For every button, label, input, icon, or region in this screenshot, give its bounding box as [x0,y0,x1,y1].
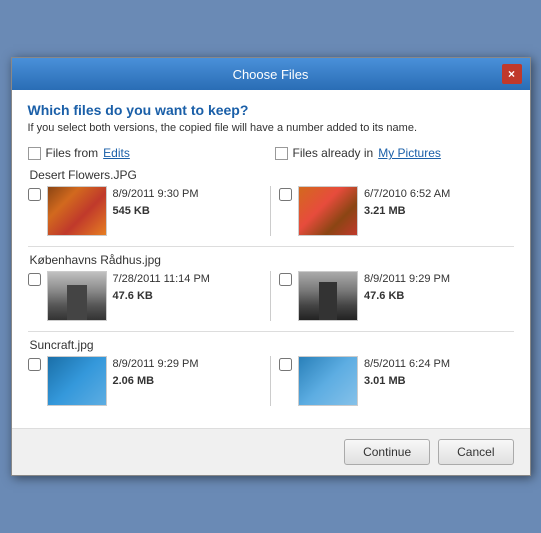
file-group: Desert Flowers.JPG 8/9/2011 9:30 PM545 KB… [28,168,514,236]
columns-header: Files from Edits Files already in My Pic… [28,146,514,160]
file-entry-left: 8/9/2011 9:30 PM545 KB [28,186,263,236]
file-thumbnail-left [47,271,107,321]
right-check-text: Files already in [293,146,374,160]
file-group: Suncraft.jpg 8/9/2011 9:29 PM2.06 MB 8/5/2… [28,338,514,406]
file-datetime-left: 8/9/2011 9:30 PM [113,186,199,203]
file-name: Desert Flowers.JPG [28,168,514,182]
file-thumbnail-left [47,356,107,406]
file-checkbox-right[interactable] [279,273,292,286]
file-info-left: 7/28/2011 11:14 PM47.6 KB [113,271,210,304]
file-entry-right: 6/7/2010 6:52 AM3.21 MB [279,186,514,236]
cancel-button[interactable]: Cancel [438,439,513,465]
file-info-right: 8/5/2011 6:24 PM3.01 MB [364,356,450,389]
file-size-right: 3.21 MB [364,203,450,220]
file-row: 8/9/2011 9:30 PM545 KB 6/7/2010 6:52 AM3.… [28,186,514,236]
title-bar: Choose Files × [12,58,530,90]
left-column-header: Files from Edits [28,146,267,160]
file-size-left: 47.6 KB [113,288,210,305]
left-link[interactable]: Edits [103,146,130,160]
dialog-content: Which files do you want to keep? If you … [12,90,530,428]
file-entry-left: 7/28/2011 11:14 PM47.6 KB [28,271,263,321]
file-info-right: 6/7/2010 6:52 AM3.21 MB [364,186,450,219]
right-header-checkbox[interactable] [275,147,288,160]
continue-button[interactable]: Continue [344,439,430,465]
dialog-footer: Continue Cancel [12,428,530,475]
file-entry-left: 8/9/2011 9:29 PM2.06 MB [28,356,263,406]
file-checkbox-left[interactable] [28,188,41,201]
left-header-checkbox[interactable] [28,147,41,160]
file-size-right: 3.01 MB [364,373,450,390]
file-size-left: 2.06 MB [113,373,199,390]
file-datetime-right: 8/9/2011 9:29 PM [364,271,450,288]
right-link[interactable]: My Pictures [378,146,441,160]
file-datetime-left: 8/9/2011 9:29 PM [113,356,199,373]
right-column-label[interactable]: Files already in My Pictures [275,146,514,160]
left-column-label[interactable]: Files from Edits [28,146,267,160]
file-datetime-left: 7/28/2011 11:14 PM [113,271,210,288]
file-name: Københavns Rådhus.jpg [28,253,514,267]
column-divider [270,356,271,406]
file-info-left: 8/9/2011 9:29 PM2.06 MB [113,356,199,389]
file-row: 8/9/2011 9:29 PM2.06 MB 8/5/2011 6:24 PM3… [28,356,514,406]
close-button[interactable]: × [502,64,522,84]
file-thumbnail-left [47,186,107,236]
file-checkbox-left[interactable] [28,273,41,286]
dialog-window: Choose Files × Which files do you want t… [11,57,531,476]
file-thumbnail-right [298,356,358,406]
file-entry-right: 8/9/2011 9:29 PM47.6 KB [279,271,514,321]
file-info-right: 8/9/2011 9:29 PM47.6 KB [364,271,450,304]
file-groups: Desert Flowers.JPG 8/9/2011 9:30 PM545 KB… [28,168,514,406]
file-size-right: 47.6 KB [364,288,450,305]
file-checkbox-right[interactable] [279,358,292,371]
file-thumbnail-right [298,186,358,236]
file-row: 7/28/2011 11:14 PM47.6 KB8/9/2011 9:29 P… [28,271,514,321]
file-checkbox-left[interactable] [28,358,41,371]
file-name: Suncraft.jpg [28,338,514,352]
file-group: Københavns Rådhus.jpg7/28/2011 11:14 PM4… [28,253,514,321]
subtitle-text: If you select both versions, the copied … [28,122,514,134]
dialog-title: Choose Files [40,67,502,82]
left-check-text: Files from [46,146,99,160]
file-info-left: 8/9/2011 9:30 PM545 KB [113,186,199,219]
right-column-header: Files already in My Pictures [275,146,514,160]
file-entry-right: 8/5/2011 6:24 PM3.01 MB [279,356,514,406]
file-checkbox-right[interactable] [279,188,292,201]
file-thumbnail-right [298,271,358,321]
file-datetime-right: 8/5/2011 6:24 PM [364,356,450,373]
column-divider [270,271,271,321]
file-size-left: 545 KB [113,203,199,220]
question-text: Which files do you want to keep? [28,102,514,118]
column-divider [270,186,271,236]
file-datetime-right: 6/7/2010 6:52 AM [364,186,450,203]
